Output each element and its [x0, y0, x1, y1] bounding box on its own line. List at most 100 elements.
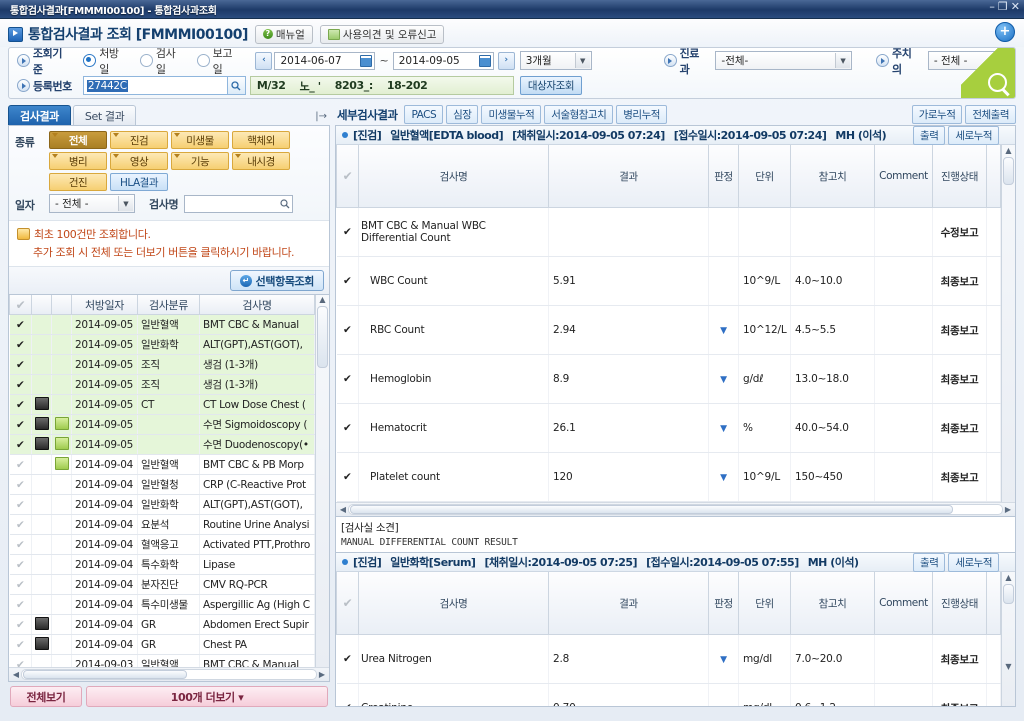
kind-chip-all[interactable]: 전체: [49, 131, 107, 149]
col-judgement[interactable]: 판정: [708, 572, 739, 635]
row-check-icon[interactable]: ✔: [9, 474, 32, 495]
image-icon[interactable]: [35, 436, 49, 450]
row-check-icon[interactable]: ✔: [9, 334, 32, 355]
hscroll-track[interactable]: [21, 669, 317, 680]
tab-micro-cumulative[interactable]: 미생물누적: [481, 105, 542, 124]
hscroll-thumb[interactable]: [23, 670, 187, 679]
block1-vscrollbar[interactable]: ▲: [1001, 145, 1015, 502]
row-image-cell[interactable]: [31, 514, 52, 535]
kind-chip-endoscopy[interactable]: 내시경: [232, 152, 290, 170]
image-icon[interactable]: [35, 616, 49, 630]
document-icon[interactable]: [55, 436, 69, 450]
row-image-cell[interactable]: [31, 454, 52, 475]
table-row[interactable]: ✔ 2014-09-04 일반혈청 CRP (C-Reactive Prot: [9, 474, 315, 495]
scroll-left-icon[interactable]: ◀: [338, 505, 348, 514]
row-check-icon[interactable]: ✔: [336, 305, 359, 355]
row-check-icon[interactable]: ✔: [9, 414, 32, 435]
regnum-search-icon[interactable]: [227, 76, 246, 95]
row-image-cell[interactable]: [31, 414, 52, 435]
radio-prescription-date[interactable]: 처방일: [83, 48, 128, 77]
date-from-input[interactable]: 2014-06-07: [274, 51, 376, 70]
col-reference[interactable]: 참고치: [790, 145, 875, 208]
table-row[interactable]: ✔WBC Count5.9110^9/L4.0~10.0최종보고2014-09-…: [336, 256, 1001, 306]
kind-chip-lab[interactable]: 진검: [110, 131, 168, 149]
row-check-icon[interactable]: ✔: [336, 634, 359, 684]
row-check-icon[interactable]: ✔: [9, 434, 32, 455]
row-check-icon[interactable]: ✔: [9, 614, 32, 635]
row-image-cell[interactable]: [31, 334, 52, 355]
date-filter-select[interactable]: - 전체 - ▼: [49, 194, 135, 213]
row-doc-cell[interactable]: [51, 514, 72, 535]
kind-chip-nuclear[interactable]: 핵체외: [232, 131, 290, 149]
view-all-button[interactable]: 전체보기: [10, 686, 82, 707]
table-row[interactable]: ✔ 2014-09-04 일반화학 ALT(GPT),AST(GOT),: [9, 494, 315, 515]
row-image-cell[interactable]: [31, 474, 52, 495]
table-row[interactable]: ✔ 2014-09-03 일반혈액 BMT CBC & Manual: [9, 654, 315, 667]
row-doc-cell[interactable]: [51, 394, 72, 415]
row-doc-cell[interactable]: [51, 434, 72, 455]
image-icon[interactable]: [35, 636, 49, 650]
row-check-icon[interactable]: ✔: [9, 594, 32, 615]
regnum-input[interactable]: 27442C: [82, 76, 228, 95]
col-order-date[interactable]: 처방일자: [71, 295, 138, 315]
row-image-cell[interactable]: [31, 574, 52, 595]
prev-period-button[interactable]: ‹: [255, 51, 273, 70]
row-doc-cell[interactable]: [51, 534, 72, 555]
table-row[interactable]: ✔Hematocrit26.1▼%40.0~54.0최종보고2014-09-05…: [336, 403, 1001, 453]
col-select-all[interactable]: ✔: [9, 295, 32, 315]
calendar-icon[interactable]: [478, 54, 491, 67]
print-all-button[interactable]: 전체출력: [965, 105, 1016, 124]
search-submit-button[interactable]: [961, 48, 1015, 98]
date-to-input[interactable]: 2014-09-05: [392, 51, 494, 70]
add-button[interactable]: +: [995, 22, 1015, 42]
table-row[interactable]: ✔ BMT CBC & Manual WBC Differential Count…: [336, 207, 1001, 257]
calendar-icon[interactable]: [360, 54, 373, 67]
col-test-name[interactable]: 검사명: [358, 572, 549, 635]
table-row[interactable]: ✔ 2014-09-04 요분석 Routine Urine Analysi: [9, 514, 315, 535]
row-check-icon[interactable]: ✔: [9, 494, 32, 515]
table-row[interactable]: ✔ 2014-09-05 조직 생검 (1-3개): [9, 374, 315, 395]
col-unit[interactable]: 단위: [738, 572, 791, 635]
row-check-icon[interactable]: ✔: [9, 514, 32, 535]
tab-test-results[interactable]: 검사결과: [8, 105, 71, 125]
block2-vscrollbar[interactable]: ▲ ▼: [1001, 572, 1015, 706]
tab-pathology-cumulative[interactable]: 병리누적: [616, 105, 667, 124]
testname-filter-input[interactable]: [184, 194, 294, 213]
row-check-icon[interactable]: ✔: [9, 314, 32, 335]
load-more-button[interactable]: 100개 더보기 ▾: [86, 686, 328, 707]
col-check[interactable]: ✔: [336, 572, 359, 635]
select-query-button[interactable]: ↵ 선택항목조회: [229, 270, 324, 291]
table-row[interactable]: ✔ 2014-09-04 GR Abdomen Erect Supir: [9, 614, 315, 635]
col-test-category[interactable]: 검사분류: [137, 295, 200, 315]
table-row[interactable]: ✔ 2014-09-04 일반혈액 BMT CBC & PB Morp: [9, 454, 315, 475]
table-row[interactable]: ✔ 2014-09-04 특수미생물 Aspergillic Ag (High C: [9, 594, 315, 615]
row-doc-cell[interactable]: [51, 334, 72, 355]
col-result[interactable]: 결과: [548, 145, 709, 208]
row-doc-cell[interactable]: [51, 454, 72, 475]
table-row[interactable]: ✔ 2014-09-05 일반화학 ALT(GPT),AST(GOT),: [9, 334, 315, 355]
kind-chip-pathology[interactable]: 병리: [49, 152, 107, 170]
scroll-right-icon[interactable]: ▶: [1003, 505, 1013, 514]
col-unit[interactable]: 단위: [738, 145, 791, 208]
row-image-cell[interactable]: [31, 614, 52, 635]
radio-report-date[interactable]: 보고일: [196, 48, 242, 77]
table-row[interactable]: ✔ 2014-09-05 조직 생검 (1-3개): [9, 354, 315, 375]
document-icon[interactable]: [55, 456, 69, 470]
scroll-down-icon[interactable]: ▼: [1005, 662, 1011, 671]
document-icon[interactable]: [55, 416, 69, 430]
row-check-icon[interactable]: ✔: [9, 654, 32, 667]
vscroll-thumb[interactable]: [1003, 584, 1014, 604]
row-image-cell[interactable]: [31, 394, 52, 415]
row-image-cell[interactable]: [31, 534, 52, 555]
row-image-cell[interactable]: [31, 494, 52, 515]
row-doc-cell[interactable]: [51, 414, 72, 435]
kind-chip-imaging[interactable]: 영상: [110, 152, 168, 170]
row-doc-cell[interactable]: [51, 574, 72, 595]
row-check-icon[interactable]: ✔: [9, 534, 32, 555]
row-doc-cell[interactable]: [51, 554, 72, 575]
table-row[interactable]: ✔ 2014-09-04 혈액응고 Activated PTT,Prothro: [9, 534, 315, 555]
col-check[interactable]: ✔: [336, 145, 359, 208]
row-doc-cell[interactable]: [51, 494, 72, 515]
row-check-icon[interactable]: ✔: [336, 354, 359, 404]
period-select[interactable]: 3개월 ▼: [519, 51, 592, 70]
